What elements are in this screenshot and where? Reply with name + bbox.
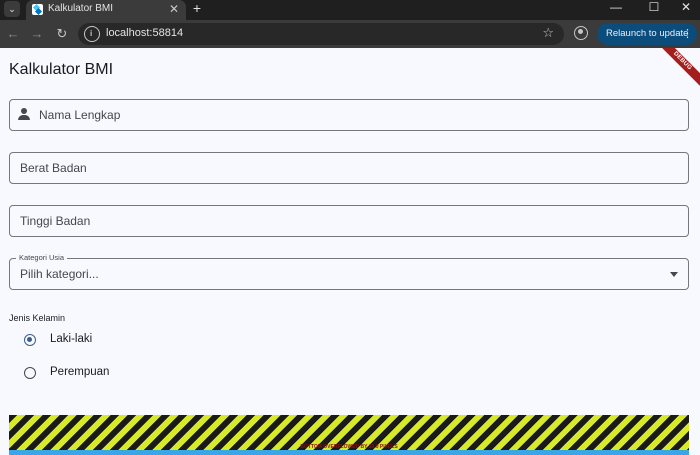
height-field[interactable]: Tinggi Badan xyxy=(9,205,689,237)
radio-button-checked[interactable] xyxy=(24,334,36,346)
bookmark-star-icon[interactable]: ☆ xyxy=(542,25,554,41)
radio-button-unchecked[interactable] xyxy=(24,367,36,379)
name-field-label: Nama Lengkap xyxy=(39,108,121,122)
more-menu-icon[interactable]: ⋮ xyxy=(682,23,693,45)
age-category-dropdown[interactable]: Kategori Usia Pilih kategori... xyxy=(9,253,689,290)
weight-field-label: Berat Badan xyxy=(20,161,87,175)
app-page: Kalkulator BMI DEBUG Nama Lengkap Berat … xyxy=(0,48,700,455)
forward-arrow-icon[interactable]: → xyxy=(28,25,46,43)
debug-banner: DEBUG xyxy=(650,48,700,93)
maximize-icon[interactable]: ☐ xyxy=(640,0,668,16)
bottom-bar xyxy=(9,450,689,455)
gender-label: Jenis Kelamin xyxy=(9,313,66,323)
reload-icon[interactable]: ↻ xyxy=(53,25,71,43)
address-bar[interactable]: i localhost:58814 ☆ xyxy=(78,23,564,45)
site-info-icon[interactable]: i xyxy=(84,26,100,42)
browser-toolbar: ← → ↻ i localhost:58814 ☆ Relaunch to up… xyxy=(0,20,700,48)
name-field[interactable]: Nama Lengkap xyxy=(9,99,689,131)
app-title: Kalkulator BMI xyxy=(9,61,114,78)
browser-tab[interactable]: Kalkulator BMI ✕ xyxy=(26,0,186,20)
close-icon[interactable]: ✕ xyxy=(166,1,182,17)
back-arrow-icon[interactable]: ← xyxy=(4,25,22,43)
height-field-label: Tinggi Badan xyxy=(20,214,91,228)
tab-title: Kalkulator BMI xyxy=(48,3,114,14)
profile-icon[interactable] xyxy=(574,26,588,40)
relaunch-label: Relaunch to update xyxy=(606,28,689,39)
dropdown-arrow-icon xyxy=(670,272,678,277)
plus-icon[interactable]: + xyxy=(189,0,205,16)
url-text: localhost:58814 xyxy=(106,27,184,39)
weight-field[interactable]: Berat Badan xyxy=(9,152,689,184)
chevron-down-icon[interactable]: ⌄ xyxy=(4,1,20,17)
minimize-icon[interactable]: — xyxy=(602,0,630,16)
flutter-favicon-icon xyxy=(32,4,43,15)
window-close-icon[interactable]: ✕ xyxy=(672,0,700,16)
radio-label-female: Perempuan xyxy=(50,366,110,378)
relaunch-button[interactable]: Relaunch to update ⋮ xyxy=(597,23,697,45)
age-category-placeholder: Pilih kategori... xyxy=(20,267,99,281)
age-category-label: Kategori Usia xyxy=(16,253,68,262)
radio-label-male: Laki-laki xyxy=(50,333,93,345)
overflow-warning-stripes: BOTTOM OVERFLOWED BY 10.0 PIXELS xyxy=(9,415,689,451)
person-icon xyxy=(18,108,30,121)
browser-tab-bar: ⌄ Kalkulator BMI ✕ + — ☐ ✕ xyxy=(0,0,700,20)
